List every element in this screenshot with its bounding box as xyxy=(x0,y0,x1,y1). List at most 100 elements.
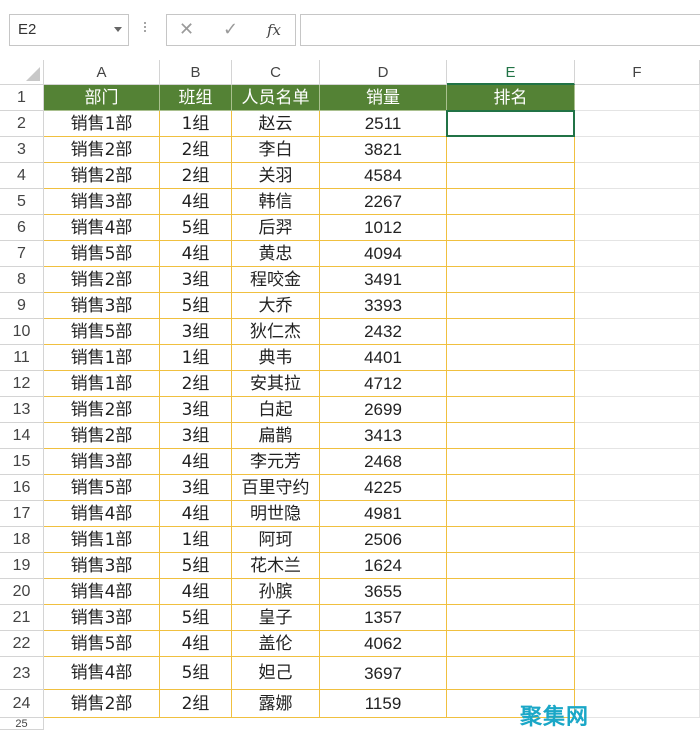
table-cell[interactable]: 2组 xyxy=(160,137,232,163)
row-header[interactable]: 1 xyxy=(0,85,44,111)
table-cell[interactable] xyxy=(575,423,700,449)
table-cell[interactable]: 露娜 xyxy=(232,690,320,718)
more-options-icon[interactable] xyxy=(143,20,147,38)
row-header[interactable]: 10 xyxy=(0,319,44,345)
table-cell[interactable]: 3组 xyxy=(160,319,232,345)
table-cell[interactable] xyxy=(575,449,700,475)
table-cell[interactable]: 4组 xyxy=(160,579,232,605)
row-header[interactable]: 18 xyxy=(0,527,44,553)
table-cell[interactable]: 2699 xyxy=(320,397,447,423)
table-cell[interactable] xyxy=(447,189,575,215)
table-cell[interactable]: 销售5部 xyxy=(44,475,160,501)
table-cell[interactable]: 3697 xyxy=(320,657,447,690)
row-header[interactable]: 9 xyxy=(0,293,44,319)
table-cell[interactable] xyxy=(447,501,575,527)
table-cell[interactable]: 百里守约 xyxy=(232,475,320,501)
row-header[interactable]: 8 xyxy=(0,267,44,293)
table-cell[interactable]: 盖伦 xyxy=(232,631,320,657)
table-cell[interactable] xyxy=(575,241,700,267)
table-cell[interactable] xyxy=(447,527,575,553)
table-cell[interactable] xyxy=(447,293,575,319)
row-header[interactable]: 24 xyxy=(0,690,44,718)
table-cell[interactable]: 1012 xyxy=(320,215,447,241)
table-header-cell[interactable]: 销量 xyxy=(320,85,447,111)
table-cell[interactable]: 大乔 xyxy=(232,293,320,319)
table-cell[interactable]: 销售2部 xyxy=(44,690,160,718)
row-header[interactable]: 2 xyxy=(0,111,44,137)
cancel-icon[interactable]: ✕ xyxy=(179,19,194,41)
table-cell[interactable]: 1组 xyxy=(160,345,232,371)
table-cell[interactable] xyxy=(575,501,700,527)
table-cell[interactable]: 关羽 xyxy=(232,163,320,189)
table-cell[interactable] xyxy=(447,423,575,449)
formula-input[interactable] xyxy=(300,14,700,46)
table-cell[interactable]: 4组 xyxy=(160,241,232,267)
row-header[interactable]: 19 xyxy=(0,553,44,579)
table-cell[interactable]: 4组 xyxy=(160,631,232,657)
table-cell[interactable] xyxy=(447,605,575,631)
table-cell[interactable]: 销售4部 xyxy=(44,657,160,690)
table-cell[interactable] xyxy=(575,85,700,111)
table-cell[interactable]: 销售5部 xyxy=(44,631,160,657)
table-cell[interactable]: 2267 xyxy=(320,189,447,215)
row-header[interactable]: 11 xyxy=(0,345,44,371)
table-cell[interactable]: 4062 xyxy=(320,631,447,657)
table-cell[interactable] xyxy=(575,293,700,319)
table-cell[interactable] xyxy=(575,397,700,423)
table-cell[interactable]: 3491 xyxy=(320,267,447,293)
table-cell[interactable]: 3组 xyxy=(160,267,232,293)
table-cell[interactable] xyxy=(575,657,700,690)
table-cell[interactable]: 销售4部 xyxy=(44,215,160,241)
table-cell[interactable]: 皇子 xyxy=(232,605,320,631)
table-cell[interactable]: 3821 xyxy=(320,137,447,163)
table-cell[interactable]: 安其拉 xyxy=(232,371,320,397)
name-box[interactable]: E2 xyxy=(9,14,129,46)
row-header[interactable]: 5 xyxy=(0,189,44,215)
table-cell[interactable] xyxy=(447,215,575,241)
row-header[interactable]: 13 xyxy=(0,397,44,423)
row-header[interactable]: 7 xyxy=(0,241,44,267)
table-cell[interactable]: 1组 xyxy=(160,111,232,137)
table-cell[interactable] xyxy=(575,319,700,345)
table-cell[interactable]: 销售1部 xyxy=(44,111,160,137)
table-cell[interactable] xyxy=(447,319,575,345)
table-cell[interactable]: 4组 xyxy=(160,189,232,215)
table-cell[interactable]: 1159 xyxy=(320,690,447,718)
table-cell[interactable]: 阿珂 xyxy=(232,527,320,553)
table-cell[interactable]: 1357 xyxy=(320,605,447,631)
table-cell[interactable]: 后羿 xyxy=(232,215,320,241)
select-all-button[interactable] xyxy=(0,60,44,85)
row-header[interactable]: 14 xyxy=(0,423,44,449)
table-cell[interactable]: 2468 xyxy=(320,449,447,475)
row-header[interactable]: 6 xyxy=(0,215,44,241)
table-cell[interactable]: 销售2部 xyxy=(44,423,160,449)
table-cell[interactable]: 销售4部 xyxy=(44,579,160,605)
table-cell[interactable]: 4094 xyxy=(320,241,447,267)
table-cell[interactable] xyxy=(575,527,700,553)
row-header[interactable]: 25 xyxy=(0,718,44,730)
row-header[interactable]: 12 xyxy=(0,371,44,397)
row-header[interactable]: 4 xyxy=(0,163,44,189)
table-cell[interactable]: 销售3部 xyxy=(44,449,160,475)
table-cell[interactable]: 扁鹊 xyxy=(232,423,320,449)
table-cell[interactable]: 销售5部 xyxy=(44,241,160,267)
table-cell[interactable] xyxy=(575,690,700,718)
table-header-cell[interactable]: 排名 xyxy=(447,85,575,111)
column-header-c[interactable]: C xyxy=(232,60,320,85)
table-cell[interactable]: 3组 xyxy=(160,423,232,449)
table-cell[interactable]: 销售3部 xyxy=(44,293,160,319)
table-cell[interactable] xyxy=(575,631,700,657)
table-cell[interactable] xyxy=(575,163,700,189)
table-cell[interactable]: 4584 xyxy=(320,163,447,189)
table-cell[interactable]: 销售5部 xyxy=(44,319,160,345)
table-cell[interactable]: 2511 xyxy=(320,111,447,137)
table-cell[interactable]: 销售4部 xyxy=(44,501,160,527)
table-cell[interactable] xyxy=(447,553,575,579)
table-cell[interactable]: 2432 xyxy=(320,319,447,345)
column-header-b[interactable]: B xyxy=(160,60,232,85)
row-header[interactable]: 17 xyxy=(0,501,44,527)
table-cell[interactable]: 花木兰 xyxy=(232,553,320,579)
table-cell[interactable] xyxy=(447,163,575,189)
table-cell[interactable] xyxy=(447,475,575,501)
table-header-cell[interactable]: 人员名单 xyxy=(232,85,320,111)
